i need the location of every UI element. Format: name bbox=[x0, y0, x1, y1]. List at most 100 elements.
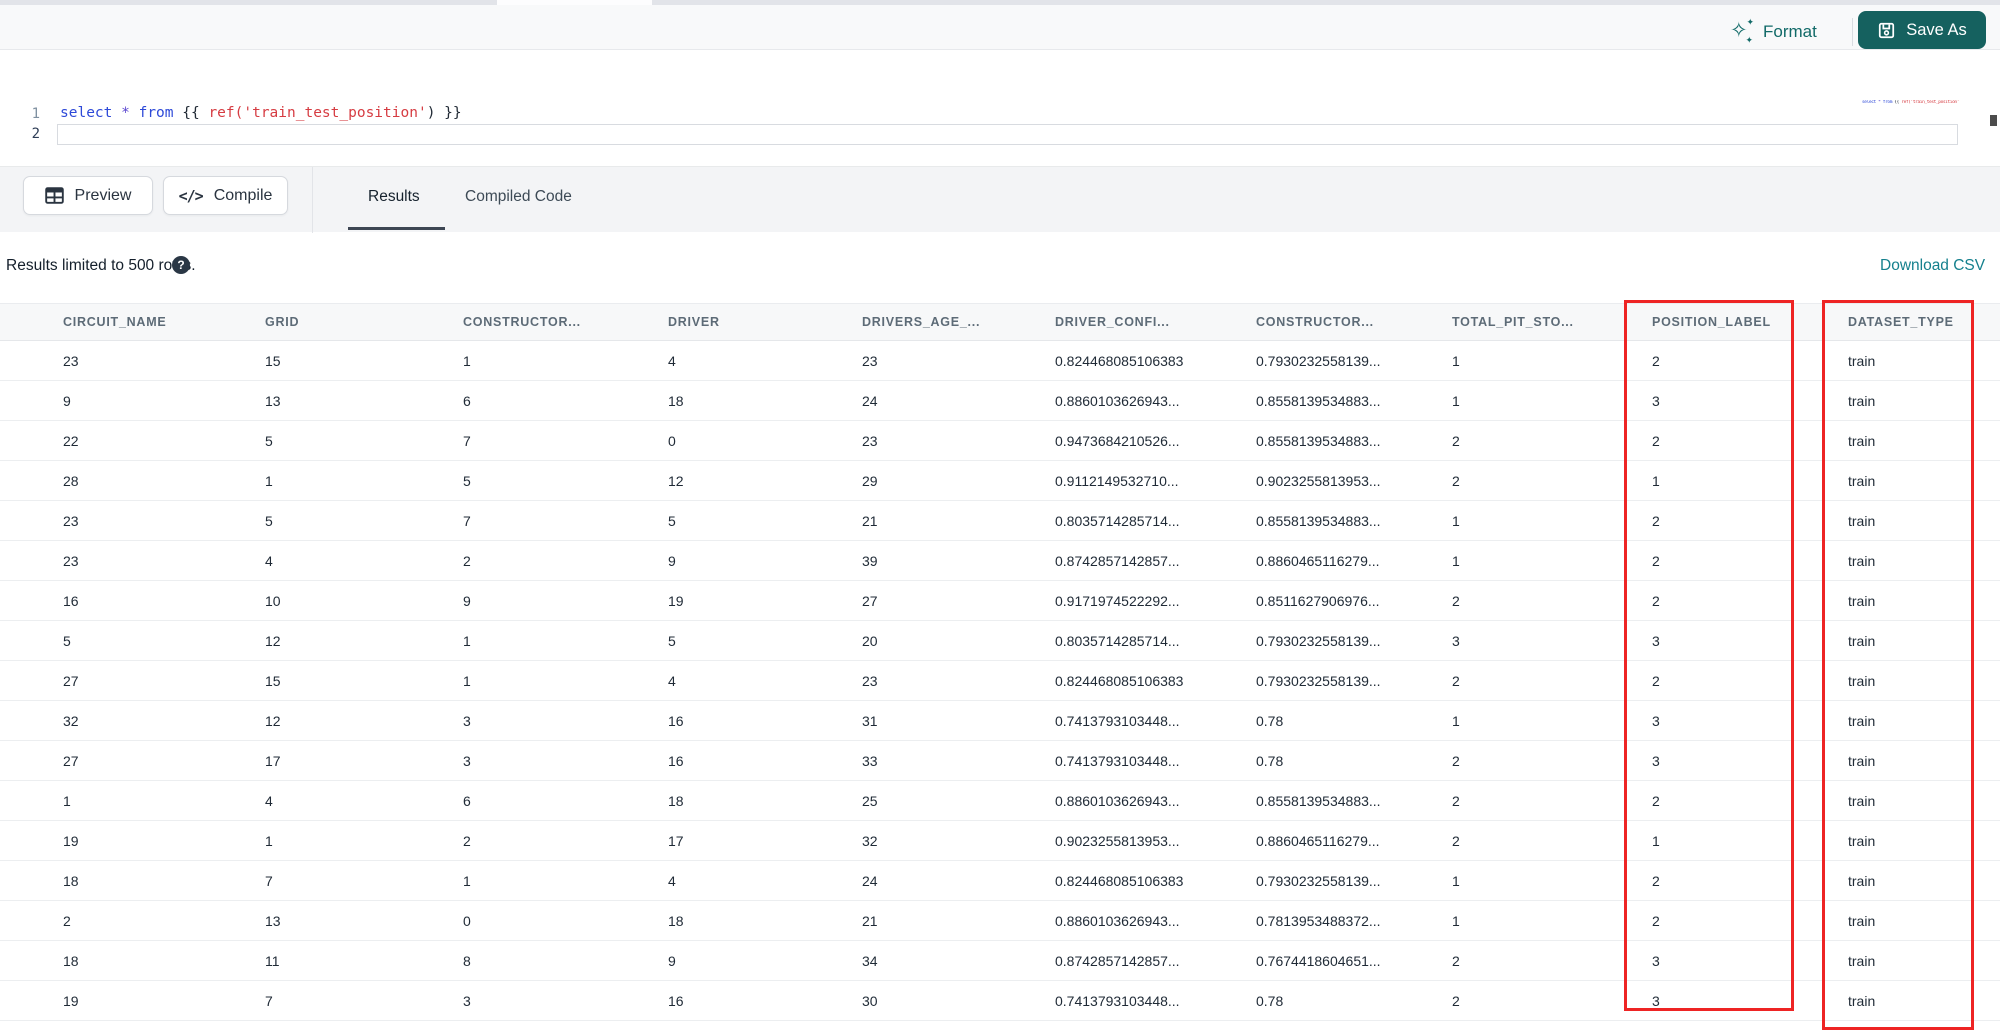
table-cell: 5 bbox=[265, 432, 273, 449]
table-cell: 2 bbox=[1452, 432, 1460, 449]
column-header-drivers-age[interactable]: DRIVERS_AGE_... bbox=[862, 315, 1055, 329]
table-cell: train bbox=[1848, 872, 1876, 889]
table-cell: 12 bbox=[265, 632, 281, 649]
table-cell: 23 bbox=[862, 432, 878, 449]
table-cell: 0.7930232558139... bbox=[1256, 872, 1381, 889]
table-row: 2 13 0 18 21 0.8860103626943... 0.781395348837… bbox=[0, 901, 2000, 941]
column-header-driver[interactable]: DRIVER bbox=[668, 315, 862, 329]
table-cell: 23 bbox=[862, 352, 878, 369]
code-token: select bbox=[60, 105, 113, 121]
table-cell: 0.9112149532710... bbox=[1055, 472, 1179, 489]
column-header-constructor[interactable]: CONSTRUCTOR... bbox=[463, 315, 668, 329]
table-cell: 8 bbox=[463, 952, 471, 969]
tab-compiled-code[interactable]: Compiled Code bbox=[465, 188, 572, 206]
compile-button[interactable]: </> Compile bbox=[163, 176, 288, 215]
table-cell: 13 bbox=[265, 912, 281, 929]
column-header-position-label[interactable]: POSITION_LABEL bbox=[1652, 315, 1848, 329]
table-cell: 0.9023255813953... bbox=[1055, 832, 1180, 849]
table-cell: 2 bbox=[463, 552, 471, 569]
table-cell: 0.7930232558139... bbox=[1256, 352, 1381, 369]
column-header-constructor[interactable]: CONSTRUCTOR... bbox=[1256, 315, 1452, 329]
table-cell: 17 bbox=[668, 832, 684, 849]
table-cell: train bbox=[1848, 952, 1876, 969]
table-cell: 1 bbox=[63, 792, 71, 809]
table-cell: 4 bbox=[668, 672, 676, 689]
table-cell: 1 bbox=[265, 832, 273, 849]
editor-minimap[interactable]: select * from {{ ref('train_test_positio… bbox=[1862, 100, 1959, 107]
table-cell: 28 bbox=[63, 472, 79, 489]
preview-button[interactable]: Preview bbox=[23, 176, 153, 215]
table-cell: 18 bbox=[668, 792, 684, 809]
table-cell: 0.8860103626943... bbox=[1055, 912, 1180, 929]
table-cell: 9 bbox=[63, 392, 71, 409]
table-cell: 5 bbox=[63, 632, 71, 649]
table-row: 18 7 1 4 24 0.824468085106383 0.7930232558139.… bbox=[0, 861, 2000, 901]
download-csv-link[interactable]: Download CSV bbox=[1880, 257, 1985, 275]
table-cell: 20 bbox=[862, 632, 878, 649]
column-header-dataset-type[interactable]: DATASET_TYPE bbox=[1848, 315, 2000, 329]
table-cell: 5 bbox=[668, 512, 676, 529]
table-cell: 2 bbox=[1452, 832, 1460, 849]
table-cell: 2 bbox=[463, 832, 471, 849]
table-cell: 5 bbox=[265, 512, 273, 529]
table-cell: 3 bbox=[1452, 632, 1460, 649]
active-line-cursor-box[interactable] bbox=[57, 124, 1958, 145]
table-cell: 27 bbox=[63, 752, 79, 769]
table-cell: 0.8860465116279... bbox=[1256, 832, 1380, 849]
table-cell: 2 bbox=[1452, 952, 1460, 969]
help-icon[interactable]: ? bbox=[172, 256, 190, 274]
table-cell: 9 bbox=[463, 592, 471, 609]
tab-results[interactable]: Results bbox=[368, 188, 420, 206]
table-row: 23 4 2 9 39 0.8742857142857... 0.8860465116279… bbox=[0, 541, 2000, 581]
table-cell: 5 bbox=[668, 632, 676, 649]
code-line-1[interactable]: select * from {{ ref('train_test_positio… bbox=[60, 105, 462, 121]
table-cell: 0.7413793103448... bbox=[1055, 752, 1180, 769]
column-header-circuit-name[interactable]: CIRCUIT_NAME bbox=[63, 315, 265, 329]
table-cell: 2 bbox=[1452, 992, 1460, 1009]
table-cell: 2 bbox=[1652, 512, 1660, 529]
format-button-label: Format bbox=[1763, 22, 1817, 41]
table-cell: 15 bbox=[265, 352, 281, 369]
table-cell: 0.8860103626943... bbox=[1055, 392, 1180, 409]
table-cell: 11 bbox=[265, 952, 280, 969]
code-token: * bbox=[121, 105, 130, 121]
save-as-button[interactable]: Save As bbox=[1858, 11, 1986, 49]
column-header-driver-confi[interactable]: DRIVER_CONFI... bbox=[1055, 315, 1256, 329]
table-cell: 1 bbox=[1452, 352, 1460, 369]
column-header-grid[interactable]: GRID bbox=[265, 315, 463, 329]
table-cell: 16 bbox=[668, 992, 684, 1009]
table-cell: train bbox=[1848, 912, 1876, 929]
table-cell: 0.8860465116279... bbox=[1256, 552, 1380, 569]
sql-editor[interactable]: 1 2 select * from {{ ref('train_test_pos… bbox=[0, 51, 2000, 166]
table-cell: 0.8035714285714... bbox=[1055, 632, 1180, 649]
table-cell: 3 bbox=[463, 712, 471, 729]
table-cell: 12 bbox=[668, 472, 684, 489]
table-cell: 0 bbox=[463, 912, 471, 929]
table-cell: 1 bbox=[265, 472, 273, 489]
code-token: ref( bbox=[208, 105, 244, 121]
table-cell: 1 bbox=[1452, 552, 1460, 569]
table-cell: 0.8511627906976... bbox=[1256, 592, 1380, 609]
table-cell: 9 bbox=[668, 952, 676, 969]
table-cell: 10 bbox=[265, 592, 281, 609]
table-cell: 3 bbox=[463, 752, 471, 769]
table-cell: 23 bbox=[63, 512, 79, 529]
compile-button-label: Compile bbox=[213, 186, 273, 204]
column-header-total-pit-sto[interactable]: TOTAL_PIT_STO... bbox=[1452, 315, 1652, 329]
table-cell: train bbox=[1848, 832, 1876, 849]
table-cell: 6 bbox=[463, 792, 471, 809]
scrollbar-thumb[interactable] bbox=[1990, 115, 1997, 126]
table-cell: train bbox=[1848, 472, 1876, 489]
table-cell: 0.8860103626943... bbox=[1055, 792, 1180, 809]
code-token: select bbox=[1862, 100, 1876, 105]
sparkles-icon: ✧ ✦ ✦ bbox=[1730, 17, 1754, 45]
code-token: {{ bbox=[173, 105, 209, 121]
table-cell: 2 bbox=[1452, 792, 1460, 809]
format-button[interactable]: ✧ ✦ ✦ Format bbox=[1730, 17, 1817, 47]
table-row: 27 15 1 4 23 0.824468085106383 0.7930232558139… bbox=[0, 661, 2000, 701]
table-cell: 0.8558139534883... bbox=[1256, 792, 1381, 809]
table-cell: 18 bbox=[668, 912, 684, 929]
table-cell: 3 bbox=[1652, 952, 1660, 969]
